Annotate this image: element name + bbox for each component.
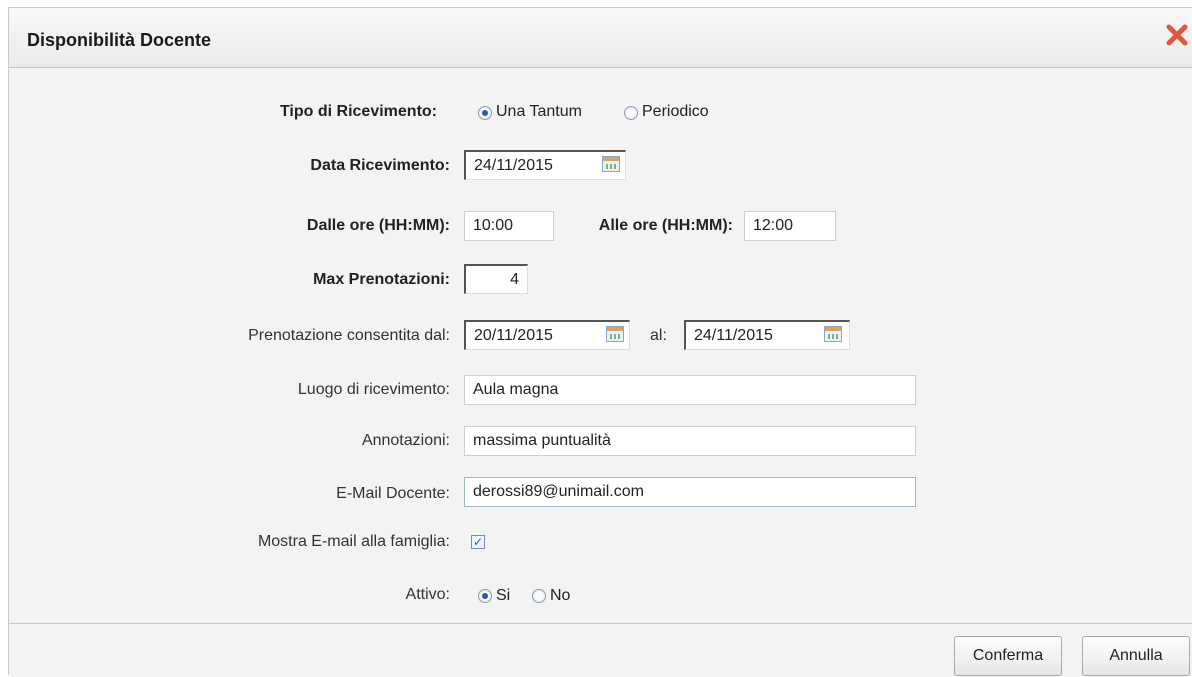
radio-una-tantum[interactable] — [478, 106, 492, 120]
dialog-titlebar: Disponibilità Docente — [9, 8, 1192, 68]
radio-attivo-no-label[interactable]: No — [550, 587, 570, 605]
radio-attivo-no[interactable] — [532, 589, 546, 603]
radio-una-tantum-label[interactable]: Una Tantum — [496, 103, 582, 121]
close-icon[interactable] — [1164, 22, 1190, 48]
dialog-footer: Conferma Annulla — [9, 623, 1192, 677]
attivo-label: Attivo: — [405, 586, 450, 603]
form: Tipo di Ricevimento: Una Tantum Periodic… — [9, 68, 1192, 621]
max-prenotazioni-input[interactable]: 4 — [464, 264, 528, 294]
alle-ore-label: Alle ore (HH:MM): — [598, 217, 733, 234]
alle-ore-input[interactable]: 12:00 — [744, 211, 836, 241]
calendar-icon[interactable] — [606, 326, 624, 342]
confirm-button[interactable]: Conferma — [954, 636, 1062, 676]
prenotazione-al-label: al: — [650, 327, 667, 344]
annotazioni-label: Annotazioni: — [361, 432, 450, 449]
radio-attivo-si-label[interactable]: Si — [496, 587, 510, 605]
luogo-input[interactable]: Aula magna — [464, 375, 916, 405]
annotazioni-input[interactable]: massima puntualità — [464, 426, 916, 456]
dalle-ore-input[interactable]: 10:00 — [464, 211, 554, 241]
mostra-email-label: Mostra E-mail alla famiglia: — [257, 533, 450, 550]
calendar-icon[interactable] — [602, 156, 620, 172]
max-prenotazioni-label: Max Prenotazioni: — [313, 271, 450, 288]
mostra-email-checkbox[interactable]: ✓ — [471, 535, 485, 549]
prenotazione-label: Prenotazione consentita dal: — [248, 327, 450, 344]
calendar-icon[interactable] — [824, 326, 842, 342]
radio-periodico[interactable] — [624, 106, 638, 120]
tipo-ricevimento-label: Tipo di Ricevimento: — [279, 103, 437, 120]
radio-attivo-si[interactable] — [478, 589, 492, 603]
data-ricevimento-label: Data Ricevimento: — [310, 157, 450, 174]
luogo-label: Luogo di ricevimento: — [297, 381, 450, 398]
email-label: E-Mail Docente: — [336, 485, 450, 502]
dialog-title: Disponibilità Docente — [27, 30, 212, 50]
cancel-button[interactable]: Annulla — [1082, 636, 1190, 676]
dalle-ore-label: Dalle ore (HH:MM): — [306, 217, 450, 234]
radio-periodico-label[interactable]: Periodico — [642, 103, 709, 121]
dialog: Disponibilità Docente Tipo di Riceviment… — [8, 7, 1192, 677]
email-input[interactable]: derossi89@unimail.com — [464, 477, 916, 507]
